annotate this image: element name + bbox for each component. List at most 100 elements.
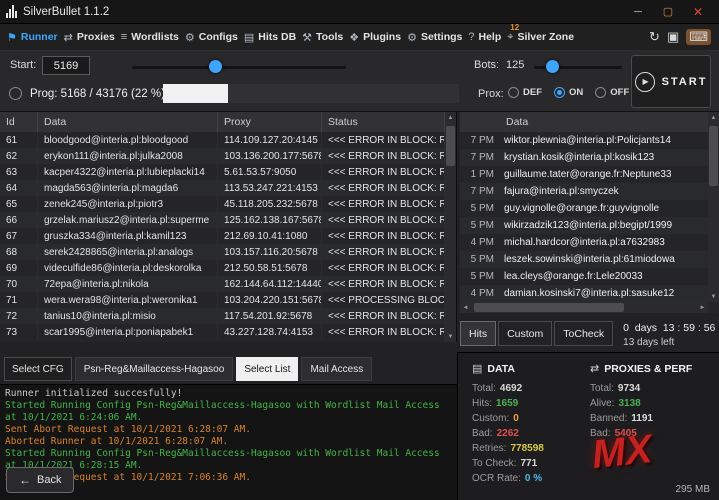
- proxy-mode-option[interactable]: OFF: [595, 87, 629, 98]
- column-header-status[interactable]: Status: [322, 112, 445, 132]
- minimize-button[interactable]: ─: [623, 0, 653, 23]
- start-button[interactable]: ▶ START: [631, 55, 711, 108]
- hits-vertical-scrollbar[interactable]: ▲ ▼: [708, 112, 719, 302]
- list-item[interactable]: 4 PM michal.hardcor@interia.pl:a7632983: [460, 234, 708, 251]
- list-item[interactable]: 5 PM wikirzadzik123@interia.pl:begipt/19…: [460, 217, 708, 234]
- table-row[interactable]: 67 gruszka334@interia.pl:kamil123 212.69…: [0, 228, 445, 244]
- list-item[interactable]: 7 PM wiktor.plewnia@interia.pl:Policjant…: [460, 132, 708, 149]
- history-icon[interactable]: ↻: [649, 29, 660, 45]
- nav-item[interactable]: ⚙ Configs: [182, 24, 241, 50]
- maximize-button[interactable]: ▢: [653, 0, 683, 23]
- table-row[interactable]: 66 grzelak.mariusz2@interia.pl:superme 1…: [0, 212, 445, 228]
- back-arrow-icon: ←: [19, 473, 31, 487]
- table-row[interactable]: 68 serek2428865@interia.pl:analogs 103.1…: [0, 244, 445, 260]
- hits-horizontal-scrollbar[interactable]: ◄ ►: [460, 302, 708, 313]
- column-header-id[interactable]: Id: [0, 112, 38, 132]
- nav-item[interactable]: ≡ Wordlists: [118, 24, 182, 50]
- table-row[interactable]: 63 kacper4322@interia.pl:lubieplacki14 5…: [0, 164, 445, 180]
- scrollbar-thumb[interactable]: [474, 303, 624, 312]
- nav-item[interactable]: ⚙ Settings: [404, 24, 465, 50]
- start-label: Start:: [10, 59, 36, 71]
- start-slider[interactable]: [132, 60, 346, 73]
- scroll-down-icon[interactable]: ▼: [445, 331, 456, 342]
- cell-data: bloodgood@interia.pl:bloodgood: [38, 132, 218, 148]
- table-row[interactable]: 65 zenek245@interia.pl:piotr3 45.118.205…: [0, 196, 445, 212]
- data-stats-section: ▤ DATA Total: 4692 Hits: 1659: [472, 362, 587, 486]
- proxies-section-title: PROXIES & PERF: [604, 363, 692, 375]
- nav-item[interactable]: ▤ Hits DB: [241, 24, 299, 50]
- hits-tab[interactable]: Custom: [498, 321, 552, 346]
- scroll-right-icon[interactable]: ►: [697, 302, 708, 313]
- stat-item: Total: 9734: [590, 381, 716, 396]
- close-button[interactable]: ✕: [683, 0, 713, 23]
- console-icon[interactable]: ⌨: [686, 29, 711, 45]
- table-row[interactable]: 71 wera.wera98@interia.pl:weronika1 103.…: [0, 292, 445, 308]
- nav-item[interactable]: ⌖ Silver Zone 12: [504, 24, 577, 50]
- nav-item[interactable]: ⇄ Proxies: [61, 24, 118, 50]
- table-row[interactable]: 73 scar1995@interia.pl:poniapabek1 43.22…: [0, 324, 445, 340]
- list-item[interactable]: 1 PM guillaume.tater@orange.fr:Neptune33: [460, 166, 708, 183]
- nav-item-icon: ≡: [121, 31, 127, 43]
- radio-icon: [595, 87, 606, 98]
- nav-item[interactable]: ⚒ Tools: [299, 24, 346, 50]
- nav-item-icon: ⇄: [64, 31, 73, 44]
- results-table-body: 61 bloodgood@interia.pl:bloodgood 114.10…: [0, 132, 445, 342]
- scrollbar-thumb[interactable]: [709, 126, 718, 186]
- slider-thumb[interactable]: [546, 60, 559, 73]
- scroll-up-icon[interactable]: ▲: [708, 112, 719, 123]
- table-row[interactable]: 70 72epa@interia.pl:nikola 162.144.64.11…: [0, 276, 445, 292]
- nav-item[interactable]: ? Help: [465, 24, 504, 50]
- hit-data: wiktor.plewnia@interia.pl:Policjants14: [500, 135, 708, 146]
- list-item[interactable]: 7 PM krystian.kosik@interia.pl:kosik123: [460, 149, 708, 166]
- results-table: Id Data Proxy Status 61 bloodgood@interi…: [0, 112, 457, 342]
- list-item[interactable]: 7 PM fajura@interia.pl:smyczek: [460, 183, 708, 200]
- stat-item: Bad: 2262: [472, 426, 587, 441]
- list-item[interactable]: 4 PM damian.kosinski7@interia.pl:sasuke1…: [460, 285, 708, 302]
- start-position-input[interactable]: [42, 56, 90, 75]
- table-row[interactable]: 64 magda563@interia.pl:magda6 113.53.247…: [0, 180, 445, 196]
- slider-thumb[interactable]: [209, 60, 222, 73]
- hit-time: 5 PM: [460, 254, 500, 265]
- list-item[interactable]: 5 PM lea.cleys@orange.fr:Lele20033: [460, 268, 708, 285]
- list-item[interactable]: 5 PM guy.vignolle@orange.fr:guyvignolle: [460, 200, 708, 217]
- nav-item-icon: ⚙: [407, 31, 417, 44]
- config-name-tab[interactable]: Psn-Reg&Maillaccess-Hagasoo: [75, 357, 234, 381]
- hits-panel: Data 7 PM wiktor.plewnia@interia.pl:Poli…: [460, 112, 719, 313]
- column-header-proxy[interactable]: Proxy: [218, 112, 322, 132]
- scroll-up-icon[interactable]: ▲: [445, 112, 456, 123]
- list-item[interactable]: 5 PM leszek.sowinski@interia.pl:61miodow…: [460, 251, 708, 268]
- table-row[interactable]: 72 tanius10@interia.pl:misio 117.54.201.…: [0, 308, 445, 324]
- wordlist-name-tab[interactable]: Mail Access: [301, 357, 372, 381]
- nav-item-icon: ⌖: [507, 31, 513, 44]
- scrollbar-thumb[interactable]: [446, 126, 455, 166]
- table-row[interactable]: 61 bloodgood@interia.pl:bloodgood 114.10…: [0, 132, 445, 148]
- config-bar: Select CFG Psn-Reg&Maillaccess-Hagasoo S…: [0, 354, 457, 384]
- hits-tab[interactable]: Hits: [460, 321, 496, 346]
- cell-proxy: 117.54.201.92:5678: [218, 308, 322, 324]
- nav-item[interactable]: ❖ Plugins: [346, 24, 404, 50]
- table-row[interactable]: 69 videculfide86@interia.pl:deskorolka 2…: [0, 260, 445, 276]
- column-header-data[interactable]: Data: [38, 112, 218, 132]
- scroll-left-icon[interactable]: ◄: [460, 302, 471, 313]
- hit-time: 5 PM: [460, 271, 500, 282]
- stat-item: Total: 4692: [472, 381, 587, 396]
- camera-icon[interactable]: ▣: [667, 29, 679, 45]
- scroll-down-icon[interactable]: ▼: [708, 291, 719, 302]
- bots-slider[interactable]: [534, 60, 622, 73]
- nav-item[interactable]: ⚑ Runner: [4, 24, 61, 50]
- cell-status: <<< PROCESSING BLOCK: [322, 292, 445, 308]
- stat-item: Custom: 0: [472, 411, 587, 426]
- select-cfg-button[interactable]: Select CFG: [4, 357, 72, 381]
- table-row[interactable]: 62 erykon111@interia.pl:julka2008 103.13…: [0, 148, 445, 164]
- back-button[interactable]: ← Back: [6, 467, 74, 493]
- progress-toggle-radio[interactable]: [9, 87, 22, 100]
- cell-proxy: 5.61.53.57:9050: [218, 164, 322, 180]
- proxy-mode-option[interactable]: ON: [554, 87, 583, 98]
- hits-tab[interactable]: ToCheck: [554, 321, 613, 346]
- window-controls: ─ ▢ ✕: [623, 0, 713, 23]
- cell-id: 65: [0, 196, 38, 212]
- hits-data-column-header[interactable]: Data: [500, 116, 708, 128]
- results-vertical-scrollbar[interactable]: ▲ ▼: [445, 112, 456, 342]
- proxy-mode-option[interactable]: DEF: [508, 87, 542, 98]
- select-list-button[interactable]: Select List: [236, 357, 298, 381]
